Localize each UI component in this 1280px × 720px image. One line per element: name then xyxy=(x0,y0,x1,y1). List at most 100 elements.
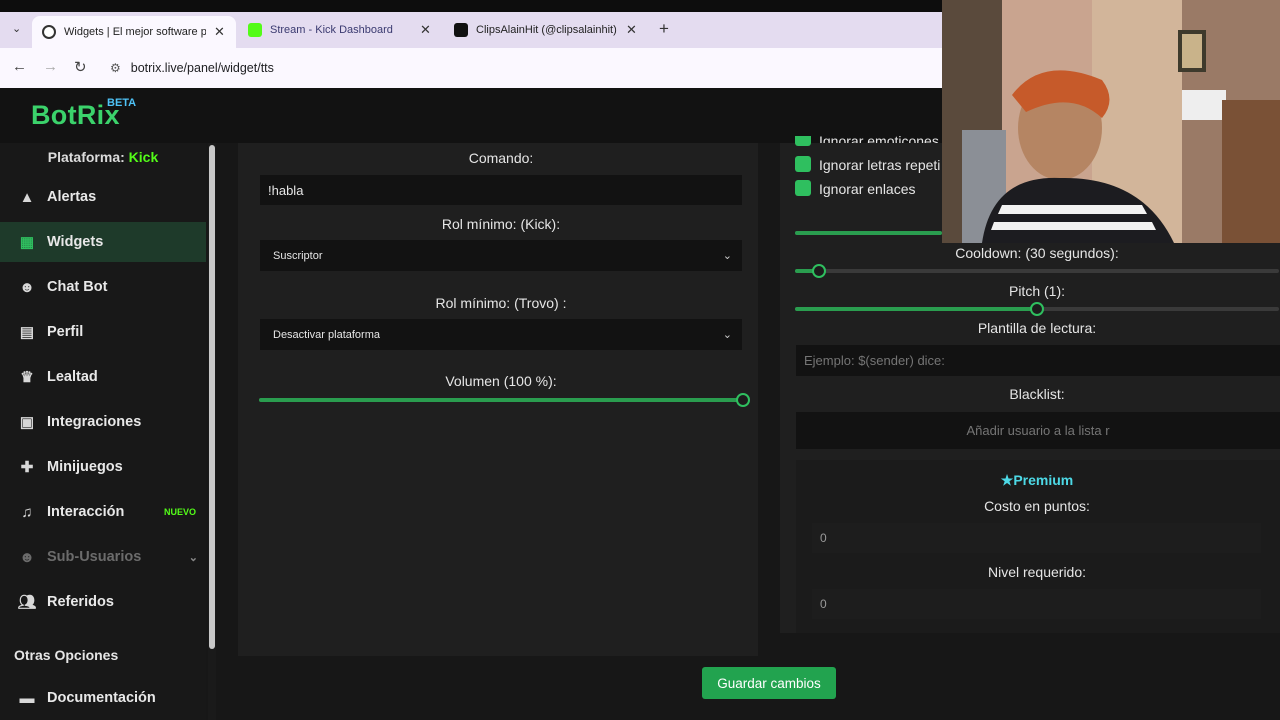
sidebar-item-widgets[interactable]: ▦ Widgets xyxy=(0,222,206,262)
checkbox-ignore-repeated-letters[interactable] xyxy=(795,156,811,172)
tab-title: Stream - Kick Dashboard xyxy=(270,24,393,36)
section-title-otras-opciones: Otras Opciones xyxy=(14,647,119,663)
address-bar[interactable]: ⚙ botrix.live/panel/widget/tts xyxy=(102,55,932,81)
platform-label: Plataforma: xyxy=(47,149,125,165)
music-icon: ♫ xyxy=(21,503,33,521)
url-text: botrix.live/panel/widget/tts xyxy=(130,61,274,75)
forward-icon[interactable]: → xyxy=(43,58,58,75)
top-slider-fill xyxy=(795,231,942,235)
cooldown-slider[interactable] xyxy=(795,264,1279,278)
checkbox-ignore-links[interactable] xyxy=(795,180,811,196)
pitch-slider-knob[interactable] xyxy=(1030,302,1044,316)
sidebar-item-label: Perfil xyxy=(47,324,84,340)
command-label: Comando: xyxy=(468,150,534,166)
top-slider[interactable] xyxy=(795,231,942,235)
checkbox-ignore-links-label: Ignorar enlaces xyxy=(819,181,916,197)
sidebar-item-label: Lealtad xyxy=(47,369,98,385)
gamepad-icon: ✚ xyxy=(20,459,34,476)
command-input[interactable]: !habla xyxy=(260,175,742,205)
volume-slider[interactable] xyxy=(259,393,750,407)
template-label: Plantilla de lectura: xyxy=(977,320,1097,336)
checkbox-ignore-emotes[interactable] xyxy=(795,136,811,146)
robot-icon: ☻ xyxy=(19,548,35,566)
tab-search-button[interactable]: ⌄ xyxy=(12,22,21,35)
save-button[interactable]: Guardar cambios xyxy=(702,667,836,699)
trovo-role-label: Rol mínimo: (Trovo) : xyxy=(435,295,567,311)
tiktok-favicon-icon xyxy=(454,23,468,37)
botrix-favicon-icon xyxy=(42,25,56,39)
tab-kick-dashboard[interactable]: Stream - Kick Dashboard ✕ xyxy=(238,16,442,44)
image-icon: ▣ xyxy=(19,414,35,431)
sidebar-scrollbar[interactable] xyxy=(208,143,216,720)
blacklist-input[interactable] xyxy=(796,412,1280,449)
sidebar-item-chat-bot[interactable]: ☻ Chat Bot xyxy=(0,267,206,307)
sidebar-item-label: Sub-Usuarios xyxy=(47,549,142,565)
tab-tiktok[interactable]: ClipsAlainHit (@clipsalainhit) | T ✕ xyxy=(444,16,648,44)
chevron-down-icon: ⌄ xyxy=(722,250,732,262)
sidebar-item-label: Integraciones xyxy=(47,414,142,430)
sidebar-item-label: Interacción xyxy=(47,504,125,520)
app-header xyxy=(0,88,942,143)
platform-indicator: Plataforma: Kick xyxy=(0,149,206,165)
level-input[interactable]: 0 xyxy=(812,589,1261,619)
close-tab-icon[interactable]: ✕ xyxy=(420,22,431,38)
trovo-role-value: Desactivar plataforma xyxy=(273,328,380,341)
blacklist-label: Blacklist: xyxy=(1009,386,1065,402)
tab-title: Widgets | El mejor software par xyxy=(64,26,206,38)
sidebar-item-interaccion[interactable]: ♫ Interacción NUEVO xyxy=(0,492,206,532)
volume-slider-knob[interactable] xyxy=(736,393,750,407)
premium-label: Premium xyxy=(1013,472,1074,488)
sidebar-item-label: Referidos xyxy=(47,594,114,610)
checkbox-ignore-emotes-label: Ignorar emoticones xyxy=(819,133,939,143)
tab-widgets[interactable]: Widgets | El mejor software par ✕ xyxy=(32,16,236,48)
sidebar-item-sub-usuarios[interactable]: ☻ Sub-Usuarios ⌄ xyxy=(0,537,206,577)
sidebar-item-minijuegos[interactable]: ✚ Minijuegos xyxy=(0,447,206,487)
site-info-icon[interactable]: ⚙ xyxy=(110,61,121,75)
sidebar-item-label: Widgets xyxy=(47,234,104,250)
pitch-slider[interactable] xyxy=(795,302,1279,316)
warning-icon: ▲ xyxy=(19,188,35,206)
premium-title: ★Premium xyxy=(795,472,1279,489)
trovo-role-select[interactable]: Desactivar plataforma ⌄ xyxy=(260,319,742,350)
id-card-icon: ▤ xyxy=(19,324,35,341)
sidebar-item-label: Alertas xyxy=(47,189,97,205)
sidebar-item-lealtad[interactable]: ♛ Lealtad xyxy=(0,357,206,397)
sidebar-item-referidos[interactable]: 👥︎ Referidos xyxy=(0,582,206,622)
sidebar-item-label: Documentación xyxy=(47,690,156,706)
sidebar-item-label: Chat Bot xyxy=(47,279,108,295)
scrollbar-thumb[interactable] xyxy=(209,145,215,649)
close-tab-icon[interactable]: ✕ xyxy=(626,22,637,38)
new-badge: NUEVO xyxy=(163,507,196,517)
robot-icon: ☻ xyxy=(19,278,35,296)
volume-slider-fill xyxy=(259,398,743,402)
template-input[interactable] xyxy=(796,345,1280,376)
sidebar-item-integraciones[interactable]: ▣ Integraciones xyxy=(0,402,206,442)
sidebar-item-perfil[interactable]: ▤ Perfil xyxy=(0,312,206,352)
cooldown-label: Cooldown: (30 segundos): xyxy=(955,245,1119,261)
trophy-icon: ♛ xyxy=(20,369,34,386)
platform-value: Kick xyxy=(128,149,159,165)
volume-label: Volumen (100 %): xyxy=(445,373,557,389)
close-tab-icon[interactable]: ✕ xyxy=(214,24,225,40)
pitch-slider-fill xyxy=(795,307,1037,311)
sidebar-item-documentacion[interactable]: ▬ Documentación xyxy=(0,678,206,718)
checkbox-ignore-repeated-letters-label: Ignorar letras repeti xyxy=(819,157,941,173)
chevron-down-icon[interactable]: ⌄ xyxy=(189,551,198,564)
reload-icon[interactable]: ↻ xyxy=(74,58,87,76)
kick-role-label: Rol mínimo: (Kick): xyxy=(441,216,561,232)
new-tab-button[interactable]: + xyxy=(659,19,669,39)
cost-input[interactable]: 0 xyxy=(812,523,1261,553)
tab-title: ClipsAlainHit (@clipsalainhit) | T xyxy=(476,24,618,36)
chevron-down-icon: ⌄ xyxy=(722,329,732,341)
kick-role-select[interactable]: Suscriptor ⌄ xyxy=(260,240,742,271)
main-bottom-bar xyxy=(238,656,942,720)
grid-icon: ▦ xyxy=(19,234,35,251)
cost-label: Costo en puntos: xyxy=(984,498,1090,514)
pitch-label: Pitch (1): xyxy=(1008,283,1065,299)
level-label: Nivel requerido: xyxy=(987,564,1087,580)
webcam-overlay xyxy=(942,0,1280,243)
sidebar-item-alertas[interactable]: ▲ Alertas xyxy=(0,177,206,217)
kick-favicon-icon xyxy=(248,23,262,37)
webcam-image xyxy=(942,0,1280,243)
back-icon[interactable]: ← xyxy=(12,58,27,75)
